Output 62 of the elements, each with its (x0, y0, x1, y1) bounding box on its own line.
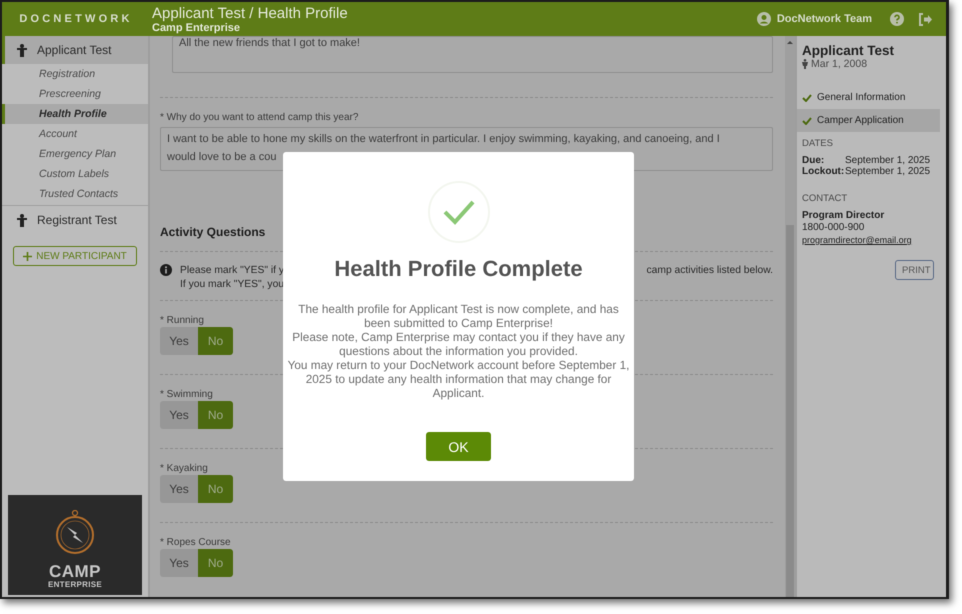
step-item[interactable]: Camper Application (797, 109, 940, 132)
dialog-message: Please note, Camp Enterprise may contact you if they have any questions about the information you provided. (291, 330, 626, 358)
compass-icon (55, 510, 95, 556)
app-logo[interactable]: DOCNETWORK (2, 13, 150, 25)
date-label: Lockout: (802, 166, 845, 177)
toggle-option[interactable]: No (198, 549, 233, 577)
camp-logo: CAMP ENTERPRISE (8, 495, 142, 595)
person-icon (17, 214, 27, 226)
question-label: * Why do you want to attend camp this year? (160, 112, 358, 123)
nav-item[interactable]: Health Profile (2, 104, 148, 124)
toggle-option[interactable]: No (198, 327, 233, 355)
nav-item[interactable]: Account (2, 124, 148, 144)
nav-item[interactable]: Emergency Plan (2, 144, 148, 164)
nav-item[interactable]: Prescreening (2, 84, 148, 104)
participant-item[interactable]: Applicant Test (2, 36, 148, 64)
date-label: Due: (802, 155, 826, 166)
toggle-option[interactable]: No (198, 475, 233, 503)
plus-icon (23, 252, 32, 260)
person-icon (802, 59, 808, 69)
new-participant-button[interactable]: NEW PARTICIPANT (13, 246, 137, 266)
success-check-icon (426, 180, 490, 244)
logout-icon[interactable] (918, 12, 932, 26)
email-link[interactable]: programdirector@email.org (802, 234, 946, 246)
user-avatar-icon[interactable] (756, 12, 771, 26)
section-heading: DATES (802, 138, 834, 149)
scrollbar[interactable] (785, 36, 795, 597)
ok-button[interactable]: OK (426, 432, 491, 461)
dialog-title: Health Profile Complete (334, 256, 583, 282)
dialog-message: The health profile for Applicant Test is now complete, and has been submitted to Camp Enterprise! (297, 302, 620, 330)
participant-name: Applicant Test (801, 43, 896, 58)
section-heading: CONTACT (802, 193, 848, 204)
scroll-up-icon[interactable] (787, 40, 793, 45)
section-title: Activity Questions (160, 225, 266, 239)
activity-label: * Swimming (160, 389, 213, 400)
toggle-option[interactable]: Yes (160, 549, 198, 577)
info-icon (160, 264, 172, 276)
print-button[interactable]: PRINT (895, 260, 934, 280)
toggle-option[interactable]: Yes (160, 327, 198, 355)
participant-item[interactable]: Registrant Test (2, 206, 148, 234)
toggle-option[interactable]: Yes (160, 475, 198, 503)
page-title: Applicant Test / Health Profile (152, 4, 348, 22)
birth-date: Mar 1, 2008 (811, 58, 868, 70)
nav-item[interactable]: Registration (2, 64, 148, 84)
person-icon (17, 44, 27, 56)
toggle-option[interactable]: No (198, 401, 233, 429)
answer-box[interactable]: All the new friends that I got to make! (172, 36, 773, 73)
date-value: September 1, 2025 (845, 166, 930, 177)
toggle-option[interactable]: Yes (160, 401, 198, 429)
activity-label: * Kayaking (160, 463, 208, 474)
step-item[interactable]: General Information (797, 86, 940, 109)
dialog-message: You may return to your DocNetwork account before September 1, 2025 to update any health information that may change for Applicant. (288, 358, 630, 400)
date-value: September 1, 2025 (845, 155, 930, 166)
help-icon[interactable] (890, 12, 904, 26)
activity-label: * Ropes Course (160, 537, 231, 548)
contact-phone: 1800-000-900 (802, 222, 866, 234)
user-name[interactable]: DocNetwork Team (776, 13, 872, 25)
nav-item[interactable]: Trusted Contacts (2, 184, 148, 204)
contact-name: Program Director (802, 210, 886, 222)
nav-item[interactable]: Custom Labels (2, 164, 148, 184)
camp-name: Camp Enterprise (152, 22, 242, 34)
activity-label: * Running (160, 315, 204, 326)
info-text: camp activities listed below. (646, 264, 773, 278)
